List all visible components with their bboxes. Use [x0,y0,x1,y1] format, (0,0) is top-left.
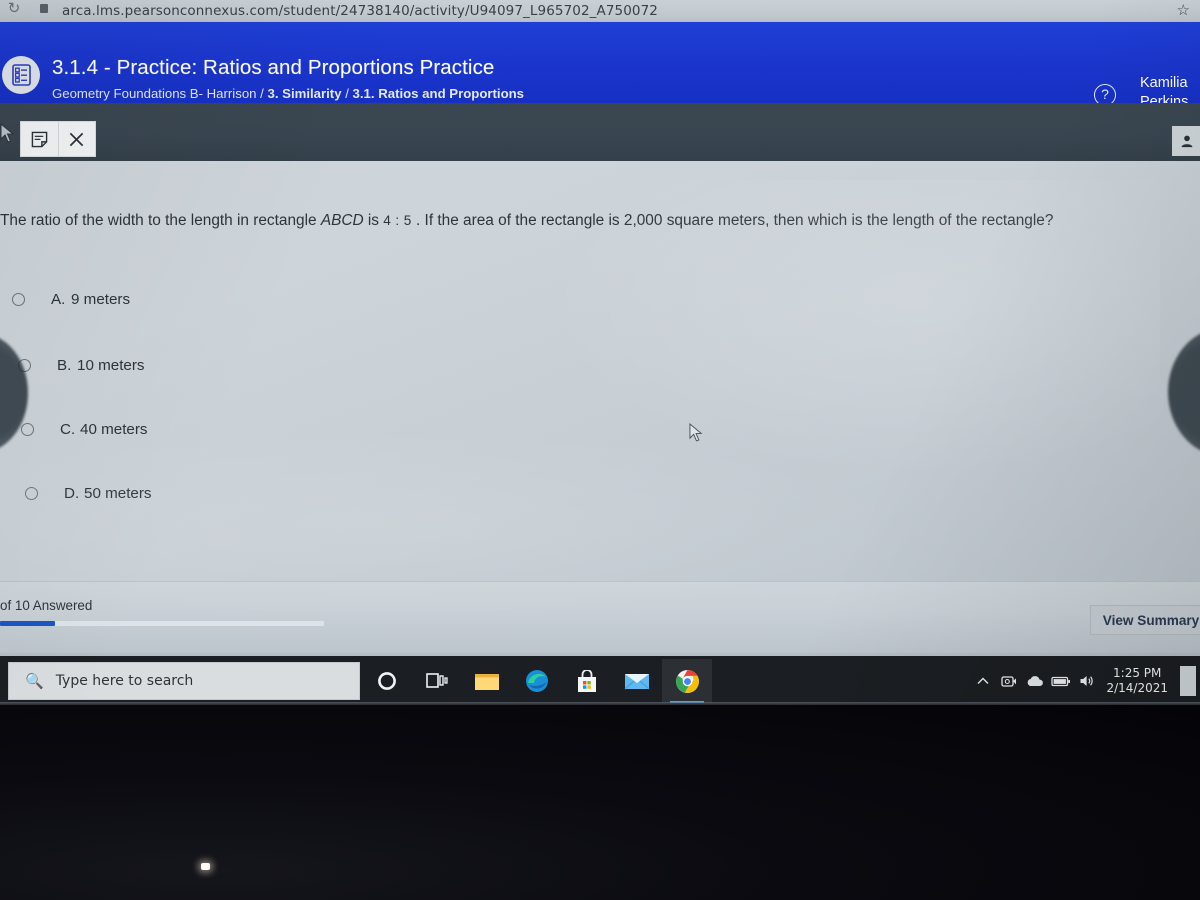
question-ratio-value: 4 : 5 [383,213,412,228]
breadcrumb-unit[interactable]: 3. Similarity [268,86,342,101]
lms-header: 3.1.4 - Practice: Ratios and Proportions… [0,22,1200,110]
mail-icon[interactable] [612,659,662,703]
question-part-2: is [363,212,384,229]
search-icon: 🔍 [25,672,44,690]
breadcrumb-separator-2: / [341,86,353,101]
answer-label-a: A. 9 meters [25,291,130,308]
answer-option-c[interactable]: C. 40 meters [21,415,521,443]
radio-button-b[interactable] [18,358,31,372]
question-content-area: The ratio of the width to the length in … [0,161,1200,581]
laptop-screen: ↻ arca.lms.pearsonconnexus.com/student/2… [0,0,1200,705]
action-center-icon[interactable] [1180,666,1196,696]
answer-option-b[interactable]: B. 10 meters [18,351,518,379]
progress-bar-fill [0,621,56,626]
breadcrumb-course[interactable]: Geometry Foundations B- Harrison [52,86,257,101]
answer-letter-b: B. [57,356,72,374]
clock-date: 2/14/2021 [1106,681,1168,695]
mouse-pointer-icon-toolbar [0,123,15,143]
clock-datetime[interactable]: 1:25 PM 2/14/2021 [1106,666,1168,696]
star-icon[interactable]: ☆ [1177,2,1190,20]
radio-button-d[interactable] [25,486,38,500]
browser-address-bar[interactable]: ↻ arca.lms.pearsonconnexus.com/student/2… [0,0,1200,22]
cortana-icon[interactable] [362,659,412,703]
microsoft-edge-icon[interactable] [512,659,562,703]
activity-toolbar [0,103,1200,161]
answer-option-d[interactable]: D. 50 meters [25,479,525,507]
answer-label-d: D. 50 meters [38,485,152,502]
radio-button-a[interactable] [12,292,25,306]
answer-text-a: 9 meters [71,290,131,308]
answer-label-b: B. 10 meters [31,357,145,374]
battery-icon[interactable] [1048,659,1074,703]
task-view-icon[interactable] [412,659,462,703]
search-placeholder: Type here to search [55,673,194,689]
answer-text-d: 50 meters [84,484,152,502]
answer-letter-a: A. [51,290,66,308]
answer-text-b: 10 meters [77,356,145,374]
answer-option-a[interactable]: A. 9 meters [12,285,512,313]
question-rectangle-name: ABCD [320,212,364,229]
breadcrumb-lesson[interactable]: 3.1. Ratios and Proportions [353,86,524,101]
google-chrome-icon[interactable] [662,659,712,703]
close-x-icon[interactable] [57,122,95,156]
radio-button-c[interactable] [21,422,34,436]
chevron-up-icon[interactable] [970,659,996,703]
screenshot-root: ↻ arca.lms.pearsonconnexus.com/student/2… [0,0,1200,900]
cloud-icon[interactable] [1022,659,1048,703]
address-bar-url[interactable]: arca.lms.pearsonconnexus.com/student/247… [62,1,658,21]
progress-bar [0,621,324,626]
person-icon[interactable] [1172,126,1200,156]
breadcrumb: Geometry Foundations B- Harrison / 3. Si… [52,86,524,101]
search-input[interactable]: 🔍 Type here to search [8,662,360,700]
question-part-1: The ratio of the width to the length in … [0,212,321,229]
answer-letter-d: D. [64,484,80,502]
system-tray: 1:25 PM 2/14/2021 [970,659,1196,703]
assignment-checklist-icon [2,56,40,94]
answered-status-text: of 10 Answered [0,598,93,613]
question-text: The ratio of the width to the length in … [0,211,1192,231]
file-explorer-icon[interactable] [462,659,512,703]
answer-letter-c: C. [60,420,76,438]
activity-tool-group [20,121,96,157]
speaker-icon[interactable] [1074,659,1100,703]
microsoft-store-icon[interactable] [562,659,612,703]
camera-privacy-icon[interactable] [996,659,1022,703]
site-info-icon[interactable] [40,4,48,13]
clock-time: 1:25 PM [1113,666,1162,680]
breadcrumb-separator-1: / [256,86,268,101]
user-first-name: Kamilia [1140,75,1188,91]
taskbar-app-icons [362,659,712,703]
laptop-bezel [0,705,1200,900]
answer-text-c: 40 meters [80,420,148,438]
reload-icon[interactable]: ↻ [6,1,22,17]
mouse-pointer-icon [689,423,703,442]
page-title: 3.1.4 - Practice: Ratios and Proportions… [52,56,495,79]
answer-label-c: C. 40 meters [34,421,148,438]
sticky-note-icon[interactable] [21,122,58,156]
power-led-indicator [201,863,210,870]
question-part-3: . If the area of the rectangle is 2,000 … [411,212,1054,229]
activity-footer [0,581,1200,653]
view-summary-button[interactable]: View Summary [1090,605,1200,635]
